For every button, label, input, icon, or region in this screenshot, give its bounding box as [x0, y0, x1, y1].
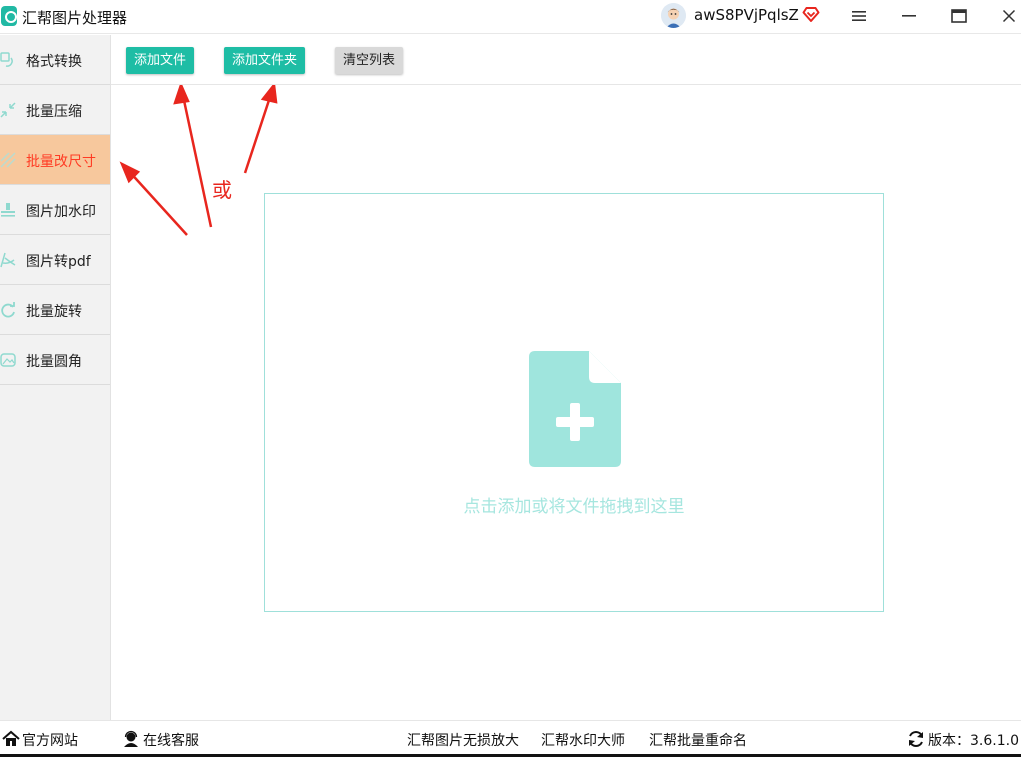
sidebar-item-label: 批量改尺寸: [26, 154, 96, 170]
footer-link-watermark-master[interactable]: 汇帮水印大师: [541, 730, 625, 750]
sidebar-item-label: 图片加水印: [26, 204, 96, 220]
format-convert-icon: [0, 52, 13, 67]
footer: 官方网站 在线客服 汇帮图片无损放大 汇帮水印大师 汇帮批量重命名 版本：3.6…: [0, 720, 1021, 757]
sidebar-item-compress[interactable]: 批量压缩: [0, 85, 110, 135]
official-website-link[interactable]: 官方网站: [22, 730, 78, 750]
add-file-icon: [529, 351, 621, 467]
add-file-button[interactable]: 添加文件: [126, 47, 195, 74]
rotate-icon: [1, 302, 15, 318]
sidebar-item-label: 批量圆角: [26, 354, 82, 370]
rounded-corner-icon: [0, 353, 16, 367]
resize-icon: [0, 152, 16, 168]
footer-link-lossless-upscale[interactable]: 汇帮图片无损放大: [407, 730, 519, 750]
sidebar-item-rounded-corner[interactable]: 批量圆角: [0, 335, 110, 385]
username[interactable]: awS8PVjPqlsZ: [694, 6, 799, 24]
sidebar-item-label: 格式转换: [26, 54, 82, 70]
toolbar: 添加文件 添加文件夹 清空列表: [111, 35, 1021, 85]
close-icon: [1002, 9, 1016, 23]
home-icon: [2, 730, 20, 746]
online-support-link[interactable]: 在线客服: [143, 730, 199, 750]
sidebar-item-label: 图片转pdf: [26, 254, 91, 270]
watermark-icon: [1, 203, 15, 217]
close-button[interactable]: [987, 0, 1021, 32]
sidebar-item-to-pdf[interactable]: 图片转pdf: [0, 235, 110, 285]
maximize-button[interactable]: [937, 0, 981, 32]
customer-service-icon: [124, 730, 138, 747]
compress-icon: [0, 102, 16, 118]
clear-list-button[interactable]: 清空列表: [335, 47, 404, 74]
sidebar-item-label: 批量旋转: [26, 304, 82, 320]
title-bar: 汇帮图片处理器 awS8PVjPqlsZ: [0, 0, 1021, 34]
pdf-icon: [0, 252, 16, 268]
sidebar-item-label: 批量压缩: [26, 104, 82, 120]
vip-badge-icon[interactable]: [801, 4, 821, 24]
sidebar-item-watermark[interactable]: 图片加水印: [0, 185, 110, 235]
minimize-button[interactable]: [887, 0, 931, 32]
sidebar-item-resize[interactable]: 批量改尺寸: [0, 135, 110, 185]
refresh-icon[interactable]: [907, 730, 925, 748]
maximize-icon: [951, 9, 967, 23]
app-title: 汇帮图片处理器: [22, 9, 128, 27]
menu-icon: [852, 11, 866, 21]
sidebar: 格式转换 批量压缩 批量改尺寸 图片加水印 图片转pdf 批量旋转 批量圆角: [0, 35, 111, 720]
drop-zone-hint: 点击添加或将文件拖拽到这里: [463, 497, 685, 517]
minimize-icon: [902, 15, 916, 17]
footer-link-batch-rename[interactable]: 汇帮批量重命名: [649, 730, 747, 750]
version-label: 版本：3.6.1.0: [928, 733, 1019, 749]
file-drop-zone[interactable]: 点击添加或将文件拖拽到这里: [264, 193, 884, 612]
menu-button[interactable]: [837, 0, 881, 32]
sidebar-item-format-convert[interactable]: 格式转换: [0, 35, 110, 85]
add-folder-button[interactable]: 添加文件夹: [224, 47, 306, 74]
sidebar-item-rotate[interactable]: 批量旋转: [0, 285, 110, 335]
app-logo-icon: [1, 6, 17, 26]
user-avatar[interactable]: [661, 3, 686, 28]
annotation-or-label: 或: [212, 178, 232, 202]
